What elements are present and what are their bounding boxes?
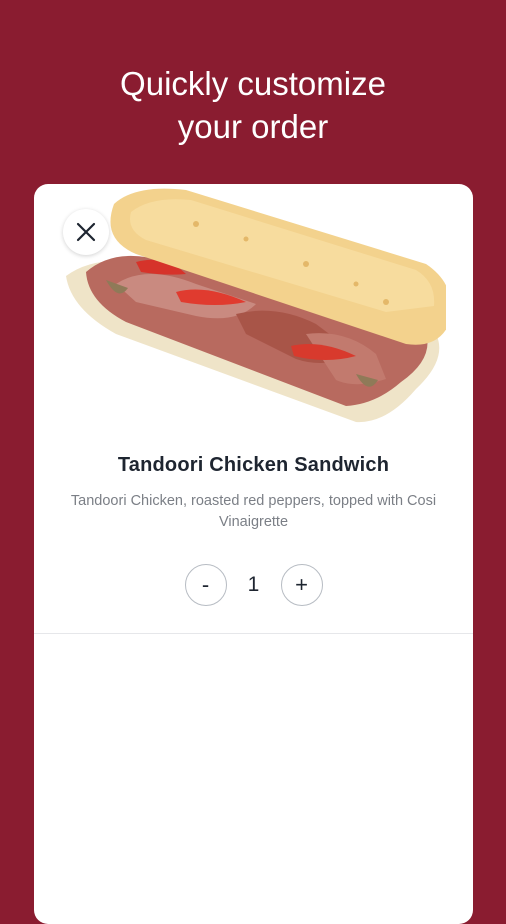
item-detail-card: Tandoori Chicken Sandwich Tandoori Chick…: [34, 184, 473, 924]
quantity-value: 1: [247, 573, 260, 596]
quantity-stepper: - 1 +: [34, 563, 473, 607]
headline-line-1: Quickly customize: [120, 65, 386, 102]
headline-line-2: your order: [177, 108, 329, 145]
item-title: Tandoori Chicken Sandwich: [117, 454, 390, 476]
divider: [34, 633, 473, 634]
increment-button[interactable]: +: [280, 564, 323, 606]
item-description: Tandoori Chicken, roasted red peppers, t…: [70, 493, 437, 530]
close-icon: [76, 222, 96, 242]
close-button[interactable]: [63, 209, 109, 255]
decrement-button[interactable]: -: [184, 564, 227, 606]
promo-headline: Quickly customize your order: [0, 62, 506, 148]
sandwich-image: [66, 188, 446, 423]
